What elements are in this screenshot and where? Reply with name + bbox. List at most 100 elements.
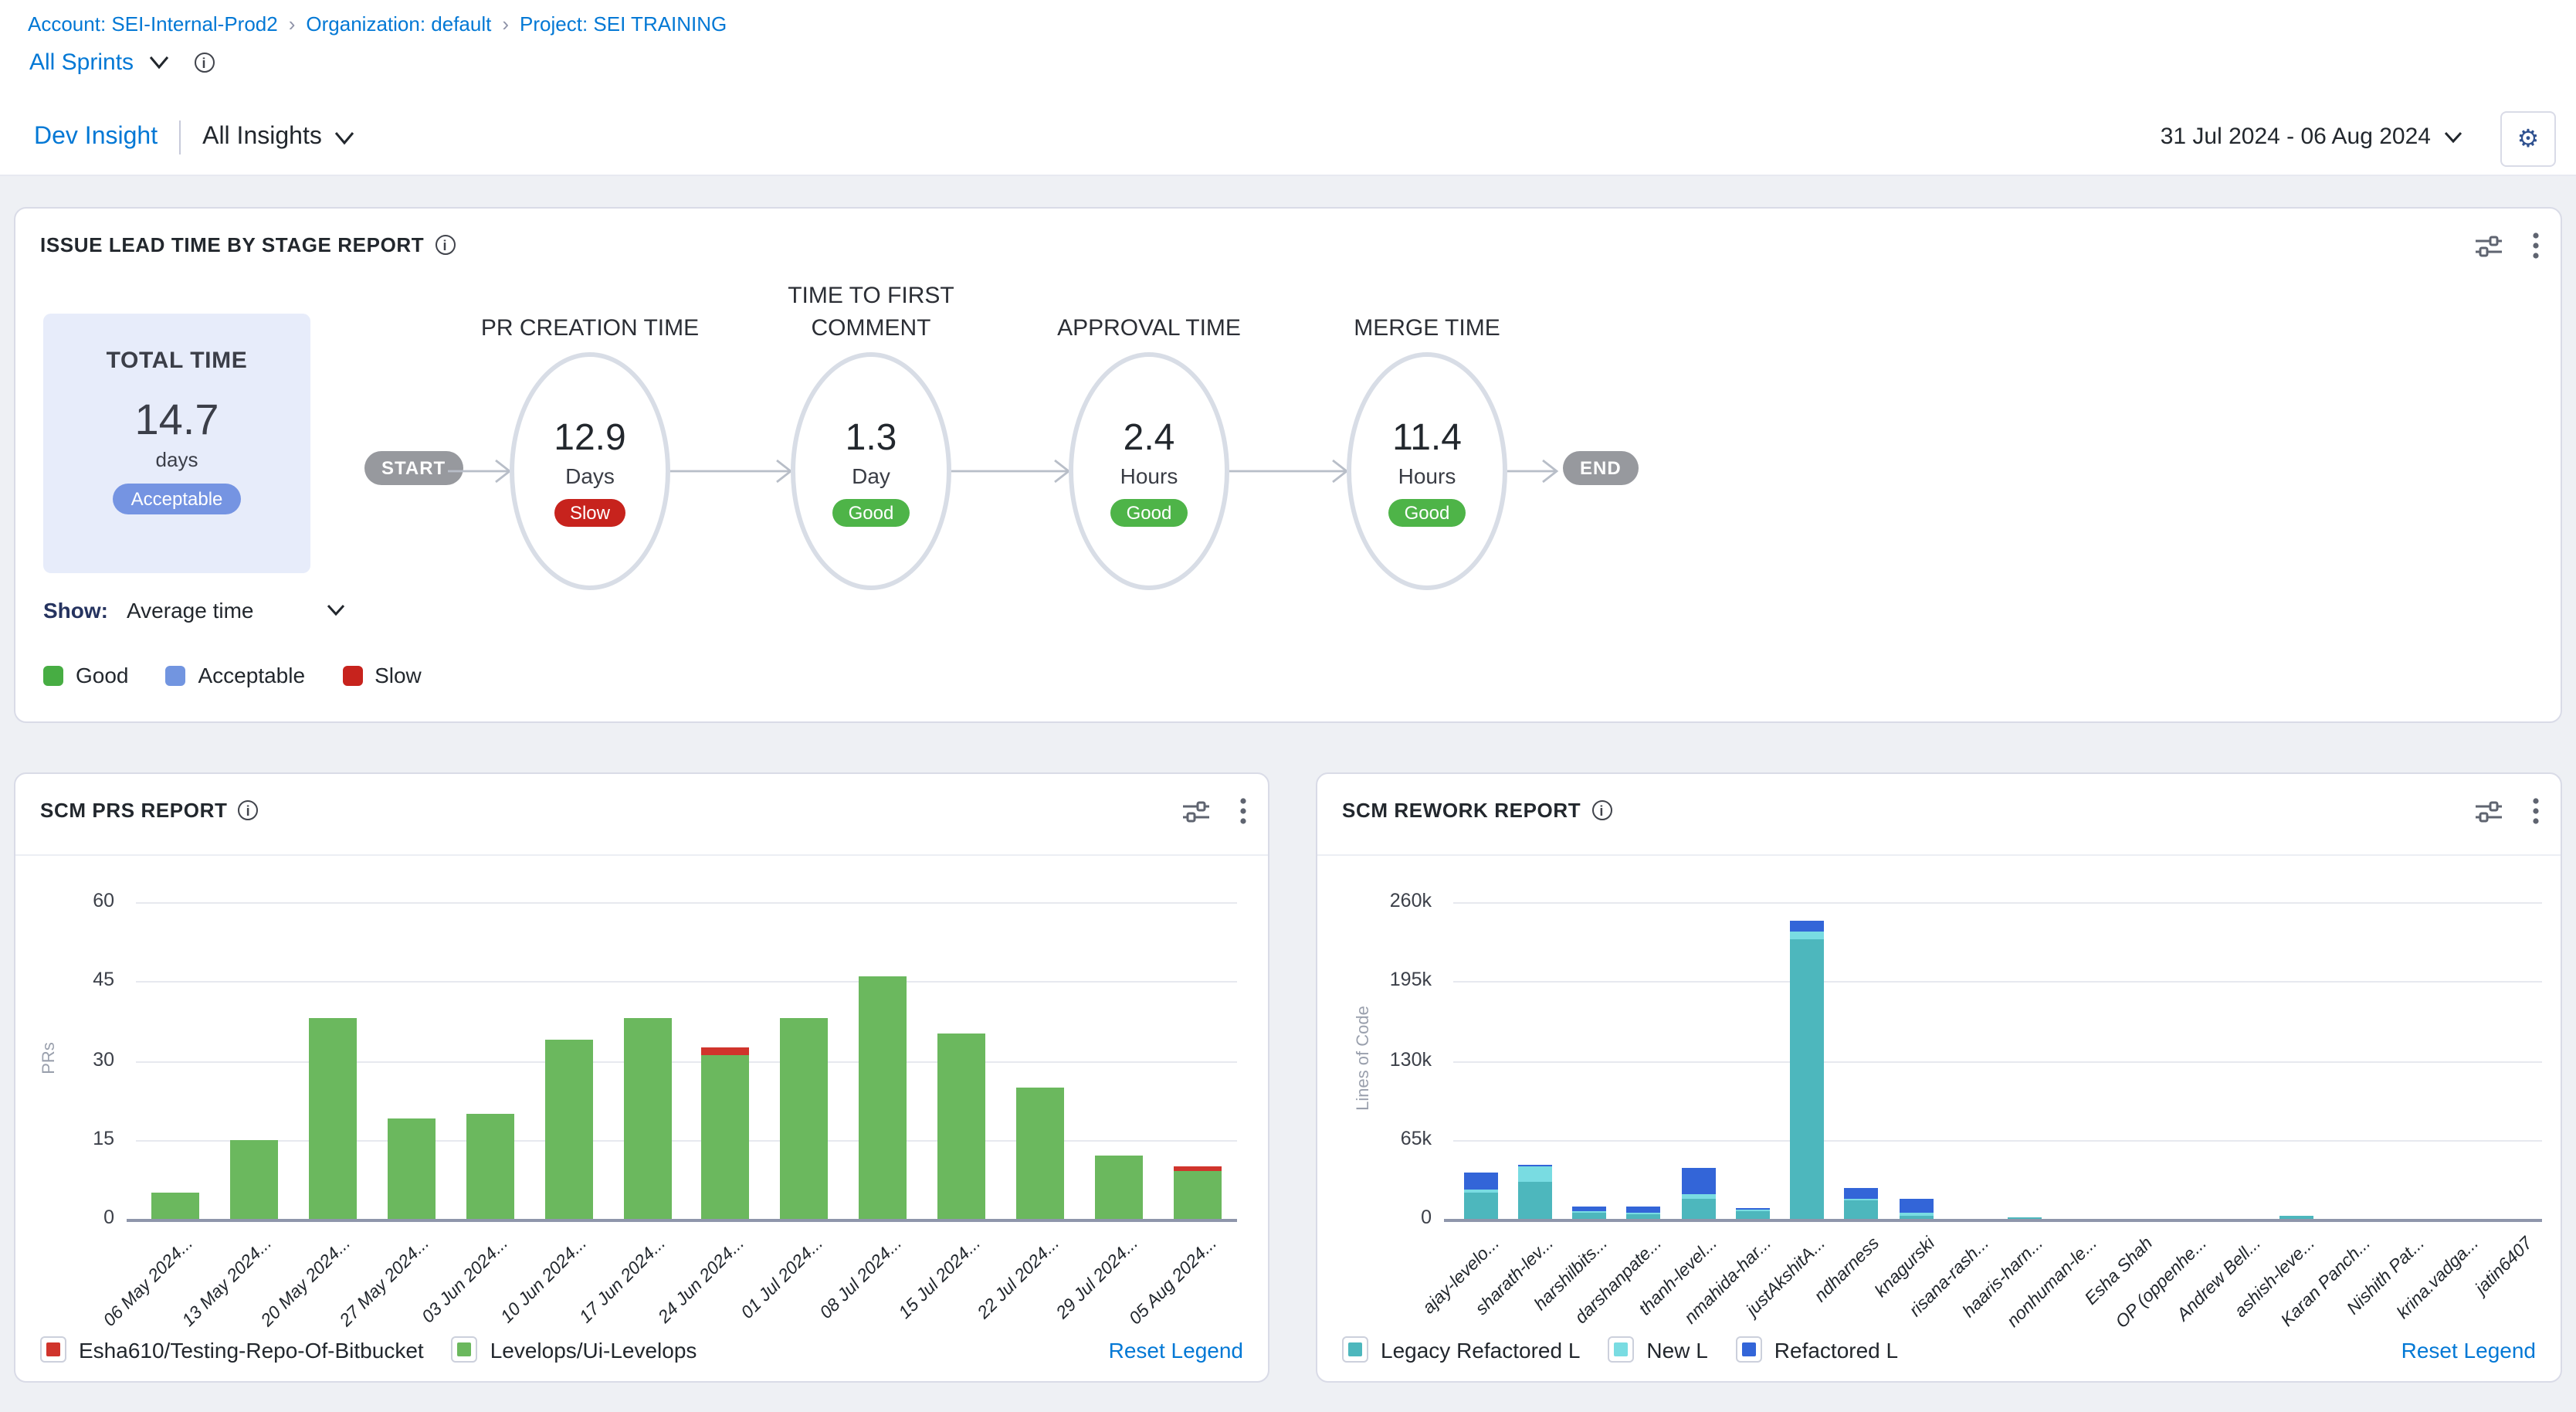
breadcrumb-item[interactable]: Organization: default	[306, 12, 491, 36]
stage-circle[interactable]: 2.4HoursGood	[1069, 352, 1229, 590]
legend-checkbox	[452, 1336, 478, 1363]
bar-segment[interactable]	[1463, 1172, 1497, 1189]
bar-segment[interactable]	[1736, 1208, 1770, 1210]
insights-dropdown-label: All Insights	[202, 124, 322, 151]
y-axis-title: Lines of Code	[1354, 949, 1373, 1166]
bar-segment[interactable]	[1681, 1169, 1715, 1194]
stage-value: 2.4	[1124, 416, 1175, 460]
bar-segment[interactable]	[859, 976, 907, 1219]
stage-rating-badge: Good	[833, 498, 910, 526]
bar-segment[interactable]	[1899, 1215, 1933, 1219]
stage-rating-badge: Good	[1389, 498, 1466, 526]
flow-arrow-icon	[667, 457, 794, 485]
insight-title[interactable]: Dev Insight	[34, 124, 158, 151]
legend-label: New L	[1646, 1337, 1707, 1362]
bar-segment[interactable]	[1736, 1210, 1770, 1211]
bar-segment[interactable]	[230, 1140, 278, 1220]
reset-legend-link[interactable]: Reset Legend	[1109, 1337, 1243, 1362]
bar-segment[interactable]	[1845, 1188, 1879, 1199]
legend-item[interactable]: Acceptable	[166, 663, 306, 687]
date-range-picker[interactable]: 31 Jul 2024 - 06 Aug 2024	[2161, 124, 2463, 150]
stage-title: APPROVAL TIME	[1010, 277, 1288, 345]
scm-rework-panel: SCM REWORK REPORT i 065k130k195k260kLine…	[1316, 772, 2562, 1383]
bar-segment[interactable]	[1463, 1189, 1497, 1193]
bar-segment[interactable]	[1518, 1181, 1552, 1219]
legend-item[interactable]: Refactored L	[1736, 1336, 1898, 1363]
chevron-down-icon[interactable]	[326, 604, 346, 616]
bar-segment[interactable]	[1790, 921, 1824, 932]
legend-swatch	[342, 665, 362, 685]
insights-dropdown[interactable]: All Insights	[202, 124, 356, 151]
chevron-down-icon	[334, 131, 356, 144]
bar-segment[interactable]	[1845, 1199, 1879, 1200]
legend-item[interactable]: New L	[1608, 1336, 1707, 1363]
bar-segment[interactable]	[1095, 1156, 1143, 1219]
chevron-down-icon[interactable]	[147, 56, 169, 70]
stage-value: 12.9	[554, 416, 625, 460]
bar-segment[interactable]	[1572, 1206, 1606, 1211]
x-axis-line	[1444, 1219, 2542, 1222]
bar-segment[interactable]	[1627, 1207, 1661, 1213]
bar-segment[interactable]	[1845, 1200, 1879, 1219]
bar-segment[interactable]	[1627, 1214, 1661, 1219]
bar-segment[interactable]	[702, 1055, 750, 1219]
legend-checkbox	[1342, 1336, 1368, 1363]
bar-segment[interactable]	[1518, 1165, 1552, 1166]
stage-circle[interactable]: 12.9DaysSlow	[510, 352, 670, 590]
y-axis-tick-label: 15	[49, 1128, 114, 1149]
bar-segment[interactable]	[2008, 1217, 2042, 1219]
legend-label: Slow	[375, 663, 422, 687]
bar-segment[interactable]	[938, 1034, 986, 1219]
legend-item[interactable]: Esha610/Testing-Repo-Of-Bitbucket	[40, 1336, 424, 1363]
bar-segment[interactable]	[1174, 1166, 1222, 1172]
bar-segment[interactable]	[151, 1193, 199, 1219]
info-icon[interactable]: i	[194, 53, 214, 73]
settings-button[interactable]: ⚙	[2500, 111, 2556, 167]
stage-circle[interactable]: 11.4HoursGood	[1347, 352, 1507, 590]
stage-unit: Day	[852, 463, 890, 487]
gridline	[1453, 902, 2542, 904]
bar-segment[interactable]	[1572, 1211, 1606, 1213]
bar-segment[interactable]	[388, 1118, 436, 1219]
legend-swatch	[458, 1342, 472, 1356]
bar-segment[interactable]	[1736, 1211, 1770, 1219]
legend-item[interactable]: Legacy Refactored L	[1342, 1336, 1580, 1363]
bar-segment[interactable]	[1790, 939, 1824, 1219]
stage-circle[interactable]: 1.3DayGood	[791, 352, 951, 590]
bar-segment[interactable]	[544, 1040, 592, 1219]
y-axis-tick-label: 0	[49, 1207, 114, 1228]
stage-unit: Hours	[1120, 463, 1178, 487]
bar-segment[interactable]	[1627, 1213, 1661, 1214]
bar-segment[interactable]	[1899, 1213, 1933, 1215]
legend-item[interactable]: Slow	[342, 663, 422, 687]
bar-segment[interactable]	[781, 1018, 829, 1219]
show-dropdown[interactable]: Average time	[127, 598, 253, 623]
bar-segment[interactable]	[1463, 1193, 1497, 1219]
chevron-down-icon	[2443, 131, 2463, 143]
bar-segment[interactable]	[1790, 932, 1824, 939]
bar-segment[interactable]	[1174, 1172, 1222, 1220]
bar-segment[interactable]	[309, 1018, 357, 1219]
legend-label: Esha610/Testing-Repo-Of-Bitbucket	[79, 1337, 424, 1362]
legend-item[interactable]: Levelops/Ui-Levelops	[452, 1336, 697, 1363]
legend-checkbox	[1608, 1336, 1634, 1363]
breadcrumb-item[interactable]: Account: SEI-Internal-Prod2	[28, 12, 278, 36]
bar-segment[interactable]	[1899, 1198, 1933, 1213]
bar-segment[interactable]	[1681, 1194, 1715, 1199]
legend-swatch	[1348, 1342, 1362, 1356]
y-axis-title: PRs	[40, 949, 59, 1166]
bar-segment[interactable]	[1572, 1213, 1606, 1219]
bar-segment[interactable]	[1518, 1166, 1552, 1181]
legend-item[interactable]: Good	[43, 663, 129, 687]
sprint-selector[interactable]: All Sprints	[29, 49, 134, 76]
bar-segment[interactable]	[702, 1047, 750, 1055]
breadcrumb-item[interactable]: Project: SEI TRAINING	[520, 12, 727, 36]
bar-segment[interactable]	[2280, 1215, 2314, 1219]
stage-title: PR CREATION TIME	[451, 277, 729, 345]
bar-segment[interactable]	[1016, 1087, 1064, 1219]
bar-segment[interactable]	[466, 1113, 514, 1219]
bar-segment[interactable]	[623, 1018, 671, 1219]
reset-legend-link[interactable]: Reset Legend	[2401, 1337, 2536, 1362]
legend-swatch	[46, 1342, 60, 1356]
bar-segment[interactable]	[1681, 1198, 1715, 1219]
